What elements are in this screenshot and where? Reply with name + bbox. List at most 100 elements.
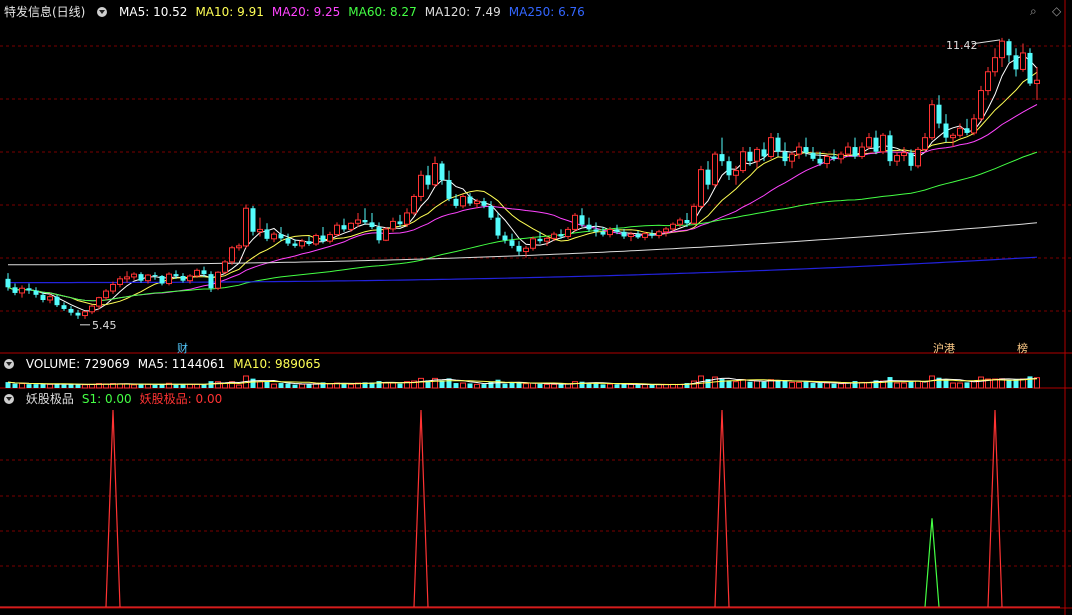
chart-title: 特发信息(日线) xyxy=(4,5,86,19)
candle-body xyxy=(327,234,333,242)
candle-body xyxy=(369,222,375,228)
candle-body xyxy=(845,146,851,155)
candle-body xyxy=(544,237,550,242)
volume-bar xyxy=(187,383,193,389)
candle xyxy=(1020,43,1026,72)
candle-body xyxy=(803,147,809,153)
candle-body xyxy=(523,247,529,253)
candle-body xyxy=(992,57,998,73)
candle-body xyxy=(180,276,186,281)
candle xyxy=(33,287,39,298)
candle xyxy=(19,285,25,298)
candle xyxy=(194,268,200,278)
volume-bar xyxy=(68,384,74,388)
candle-body xyxy=(467,196,473,204)
dropdown-circle-icon[interactable] xyxy=(4,394,14,404)
volume-panel-header: VOLUME: 729069 MA5: 1144061 MA10: 989065 xyxy=(4,356,337,372)
candle xyxy=(957,123,963,138)
dropdown-circle-icon[interactable] xyxy=(4,359,14,369)
candle-body xyxy=(733,170,739,176)
volume-bar xyxy=(19,383,25,389)
volume-bar xyxy=(61,384,67,388)
volume-bar xyxy=(453,383,459,388)
volume-bar xyxy=(152,384,158,388)
candle xyxy=(929,100,935,140)
ma-label-0: MA5: 10.52 xyxy=(119,5,188,19)
candle-body xyxy=(572,214,578,230)
volume-bar xyxy=(306,384,312,388)
candle-body xyxy=(26,288,32,291)
candle xyxy=(1013,48,1019,77)
volume-bar xyxy=(257,381,263,389)
candle xyxy=(579,208,585,228)
candle-body xyxy=(964,128,970,133)
ma-line-ma5 xyxy=(7,54,1038,312)
candle-body xyxy=(243,207,249,247)
candle-body xyxy=(950,134,956,139)
candle xyxy=(418,170,424,202)
indicator-panel-header: 妖股极品 S1: 0.00 妖股极品: 0.00 xyxy=(4,391,238,407)
volume-bar xyxy=(726,380,732,388)
candle-body xyxy=(663,228,669,233)
volume-bar xyxy=(194,383,200,389)
candle xyxy=(866,132,872,150)
ma-label-3: MA60: 8.27 xyxy=(348,5,417,19)
candle xyxy=(887,130,893,166)
volume-bar xyxy=(621,384,627,388)
candle xyxy=(572,212,578,232)
candle xyxy=(383,227,389,242)
candle-body xyxy=(852,147,858,157)
volume-bar xyxy=(789,381,795,389)
volume-bar xyxy=(957,382,963,389)
candle-body xyxy=(782,151,788,162)
candle-body xyxy=(404,212,410,225)
volume-bar xyxy=(747,381,753,388)
candle-body xyxy=(187,275,193,282)
candle xyxy=(845,142,851,157)
volume-bar xyxy=(271,383,277,389)
candle xyxy=(236,243,242,251)
ma-label-5: MA250: 6.76 xyxy=(508,5,585,19)
candle xyxy=(740,147,746,173)
candle xyxy=(425,165,431,190)
candle-body xyxy=(110,283,116,292)
volume-bar xyxy=(5,382,11,388)
candle xyxy=(754,147,760,169)
diamond-icon[interactable]: ◇ xyxy=(1052,4,1061,18)
candle-body xyxy=(922,137,928,150)
search-icon[interactable]: ⌕ xyxy=(1030,4,1037,19)
candle-body xyxy=(775,137,781,152)
candle-body xyxy=(565,228,571,237)
volume-bar xyxy=(649,384,655,388)
candle xyxy=(327,231,333,244)
candle-body xyxy=(131,273,137,278)
dropdown-circle-icon[interactable] xyxy=(97,7,108,17)
candle xyxy=(495,212,501,239)
volume-bar xyxy=(495,379,501,388)
candle-body xyxy=(551,233,557,239)
candle-body xyxy=(47,296,53,301)
volume-bar xyxy=(761,381,767,388)
volume-bar xyxy=(292,384,298,388)
candle xyxy=(250,205,256,236)
candle-body xyxy=(117,278,123,285)
candle xyxy=(348,222,354,232)
volume-bar xyxy=(964,382,970,388)
volume-bar xyxy=(635,384,641,388)
candle xyxy=(586,217,592,232)
candle-body xyxy=(859,146,865,157)
indicator-label-0: 妖股极品 xyxy=(25,392,74,406)
candle-body xyxy=(495,217,501,236)
indicator-spike-s1 xyxy=(924,518,940,608)
candle-body xyxy=(677,219,683,225)
candle-body xyxy=(362,220,368,223)
candle-body xyxy=(908,152,914,166)
candle xyxy=(306,236,312,246)
chart-area[interactable]: 11.42 5.45 财 沪港 榜 xyxy=(0,0,1072,615)
candle xyxy=(12,283,18,296)
volume-bar xyxy=(558,384,564,388)
candle-body xyxy=(768,137,774,157)
candle-body xyxy=(600,231,606,235)
candle-body xyxy=(411,195,417,214)
candle xyxy=(180,273,186,283)
